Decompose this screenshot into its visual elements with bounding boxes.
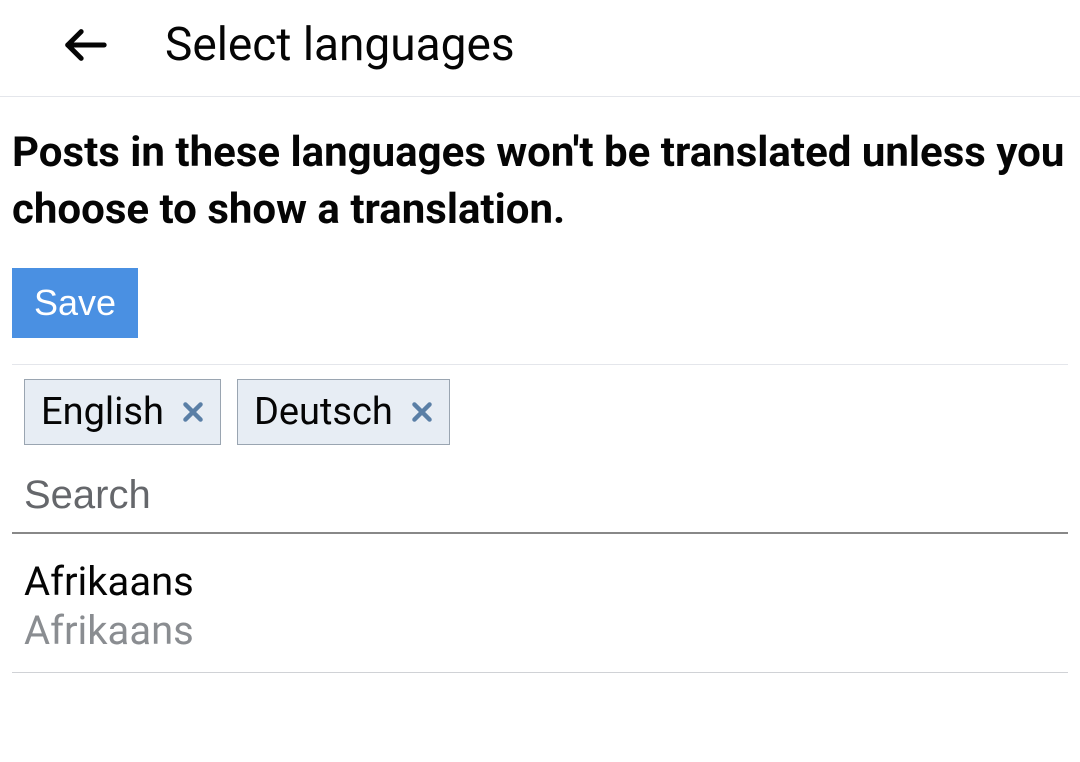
language-list-item[interactable]: Afrikaans Afrikaans	[12, 534, 1068, 673]
back-arrow-icon[interactable]	[60, 20, 110, 70]
language-chip[interactable]: English	[24, 379, 221, 445]
chip-label: English	[41, 390, 164, 434]
selected-languages-row: English Deutsch	[12, 364, 1068, 445]
save-button[interactable]: Save	[12, 268, 138, 338]
language-chip[interactable]: Deutsch	[237, 379, 450, 445]
header: Select languages	[0, 0, 1080, 97]
close-icon[interactable]	[180, 399, 206, 425]
list-item-title: Afrikaans	[24, 558, 1056, 605]
chip-label: Deutsch	[254, 390, 393, 434]
close-icon[interactable]	[409, 399, 435, 425]
description-text: Posts in these languages won't be transl…	[12, 125, 1068, 238]
list-item-subtitle: Afrikaans	[24, 607, 1056, 654]
content: Posts in these languages won't be transl…	[0, 97, 1080, 673]
search-input[interactable]	[24, 463, 1056, 532]
page-title: Select languages	[165, 18, 515, 72]
search-wrap	[12, 463, 1068, 534]
